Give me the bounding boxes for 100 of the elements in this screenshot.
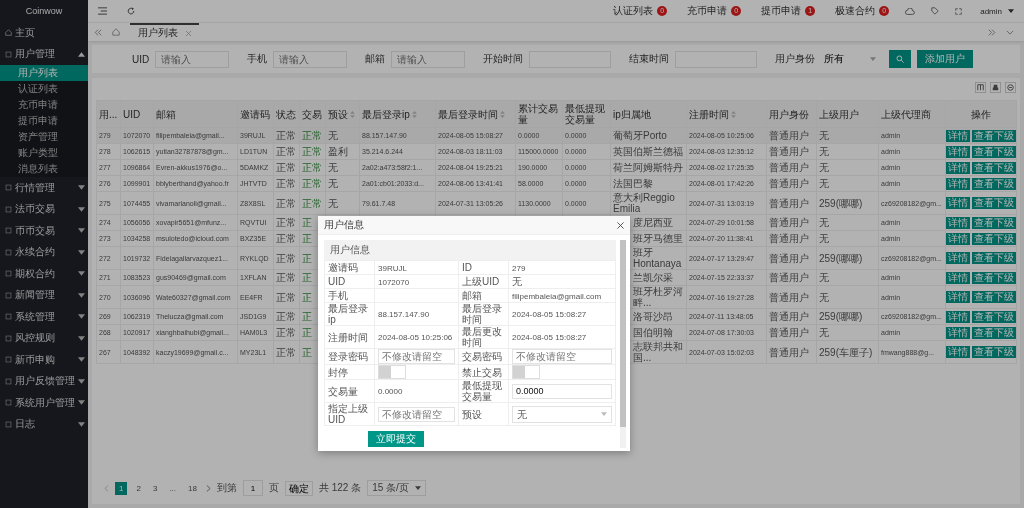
page-number[interactable]: 2 — [133, 483, 144, 493]
page-input[interactable]: 1 — [242, 480, 263, 496]
page-number[interactable]: ... — [166, 483, 180, 493]
toggle-switch[interactable] — [512, 365, 540, 379]
sort-icon[interactable] — [500, 110, 505, 118]
preset-select[interactable]: 无 — [512, 405, 612, 423]
row-action-button[interactable]: 详情 — [946, 161, 970, 174]
nav-item[interactable]: 永续合约 — [0, 241, 88, 263]
sort-icon[interactable] — [350, 110, 355, 118]
row-action-button[interactable]: 查看下级 — [972, 161, 1016, 174]
chevron-down-icon[interactable] — [1006, 29, 1014, 35]
caret-icon[interactable] — [1008, 9, 1014, 13]
row-action-button[interactable]: 查看下级 — [972, 310, 1016, 323]
row-action-button[interactable]: 详情 — [946, 271, 970, 284]
row-action-button[interactable]: 查看下级 — [972, 129, 1016, 142]
nav-item[interactable]: 系统管理 — [0, 306, 88, 328]
filter-input[interactable]: 请输入 — [391, 50, 466, 68]
menu-icon[interactable] — [98, 7, 107, 15]
row-action-button[interactable]: 详情 — [946, 310, 970, 323]
submenu-item[interactable]: 账户类型 — [0, 145, 88, 161]
caret-icon — [78, 421, 85, 427]
export-icon[interactable] — [1005, 82, 1016, 93]
submenu-item[interactable]: 消息列表 — [0, 161, 88, 177]
row-action-button[interactable]: 查看下级 — [972, 232, 1016, 245]
submenu-item[interactable]: 资产管理 — [0, 129, 88, 145]
nav-item[interactable]: 新闻管理 — [0, 284, 88, 306]
nav-item[interactable]: 币币交易 — [0, 220, 88, 242]
chevron-right-icon[interactable] — [205, 484, 211, 492]
row-action-button[interactable]: 查看下级 — [972, 216, 1016, 229]
double-chevron-left-icon[interactable] — [94, 28, 102, 36]
row-action-button[interactable]: 详情 — [946, 197, 970, 209]
page-number[interactable]: 18 — [185, 483, 200, 493]
notice-link[interactable]: 充币申请 — [687, 4, 728, 18]
row-action-button[interactable]: 查看下级 — [972, 271, 1016, 284]
submenu-item[interactable]: 充币申请 — [0, 97, 88, 113]
confirm-button[interactable]: 确定 — [284, 480, 313, 496]
row-action-button[interactable]: 详情 — [946, 232, 970, 245]
text-input[interactable]: 不修改请留空 — [512, 349, 612, 364]
row-action-button[interactable]: 查看下级 — [972, 252, 1016, 264]
refresh-icon[interactable] — [127, 7, 135, 15]
preset-cell: 无 — [328, 130, 338, 141]
notice-link[interactable]: 提币申请 — [761, 4, 802, 18]
notice-link[interactable]: 认证列表 — [613, 4, 654, 18]
row-action-button[interactable]: 详情 — [946, 346, 970, 358]
text-input[interactable]: 不修改请留空 — [378, 349, 455, 364]
toggle-switch[interactable] — [378, 365, 406, 379]
nav-item[interactable]: 行情管理 — [0, 177, 88, 199]
nav-item[interactable]: 法币交易 — [0, 198, 88, 220]
nav-item[interactable]: 期权合约 — [0, 263, 88, 285]
location-cell: 英国伯斯兰德福 — [613, 146, 683, 157]
cloud-icon[interactable] — [905, 7, 916, 15]
page-tab[interactable]: 用户列表 — [130, 23, 199, 41]
submenu-item[interactable]: 认证列表 — [0, 81, 88, 97]
submenu-item[interactable]: 提币申请 — [0, 113, 88, 129]
home-icon[interactable] — [112, 28, 120, 36]
nav-item[interactable]: 用户反馈管理 — [0, 370, 88, 392]
row-action-button[interactable]: 查看下级 — [972, 326, 1016, 339]
nav-item[interactable]: 用户管理 — [0, 43, 88, 65]
fullscreen-icon[interactable] — [955, 7, 963, 15]
user-menu[interactable]: admin — [980, 6, 1002, 16]
text-input[interactable]: 0.0000 — [512, 383, 612, 399]
row-action-button[interactable]: 详情 — [946, 326, 970, 339]
close-icon[interactable] — [617, 221, 624, 229]
filter-input[interactable]: 请输入 — [155, 50, 230, 68]
tag-icon[interactable] — [931, 7, 940, 15]
double-chevron-right-icon[interactable] — [988, 28, 996, 36]
notice-link[interactable]: 极速合约 — [835, 4, 876, 18]
nav-item[interactable]: 风控规则 — [0, 327, 88, 349]
menu-item-icon — [5, 270, 12, 278]
row-action-button[interactable]: 详情 — [946, 216, 970, 229]
role-select[interactable]: 所有 — [821, 51, 880, 67]
row-action-button[interactable]: 详情 — [946, 252, 970, 264]
text-input[interactable]: 不修改请留空 — [378, 406, 455, 422]
nav-item[interactable]: 系统用户管理 — [0, 392, 88, 414]
submit-button[interactable]: 立即提交 — [368, 431, 424, 447]
sort-icon[interactable] — [731, 110, 736, 118]
row-action-button[interactable]: 查看下级 — [972, 177, 1016, 190]
nav-item[interactable]: 新币申购 — [0, 349, 88, 371]
row-action-button[interactable]: 查看下级 — [972, 346, 1016, 358]
submenu-item[interactable]: 用户列表 — [0, 65, 88, 81]
page-size-select[interactable]: 15 条/页 — [367, 480, 426, 496]
add-user-button[interactable]: 添加用户 — [917, 50, 974, 68]
row-action-button[interactable]: 查看下级 — [972, 291, 1016, 303]
filter-input[interactable]: 请输入 — [273, 50, 348, 68]
nav-item[interactable]: 日志 — [0, 413, 88, 435]
search-button[interactable] — [889, 50, 912, 68]
row-action-button[interactable]: 查看下级 — [972, 145, 1016, 158]
row-action-button[interactable]: 查看下级 — [972, 197, 1016, 209]
page-number[interactable]: 1 — [115, 481, 128, 495]
row-action-button[interactable]: 详情 — [946, 129, 970, 142]
columns-icon[interactable] — [975, 82, 986, 93]
row-action-button[interactable]: 详情 — [946, 291, 970, 303]
print-icon[interactable] — [990, 82, 1001, 93]
row-action-button[interactable]: 详情 — [946, 145, 970, 158]
sort-icon[interactable] — [411, 110, 417, 118]
nav-item[interactable]: 主页 — [0, 22, 88, 44]
scrollbar[interactable] — [620, 240, 626, 448]
chevron-left-icon[interactable] — [104, 484, 109, 492]
page-number[interactable]: 3 — [149, 483, 161, 493]
row-action-button[interactable]: 详情 — [946, 177, 970, 190]
